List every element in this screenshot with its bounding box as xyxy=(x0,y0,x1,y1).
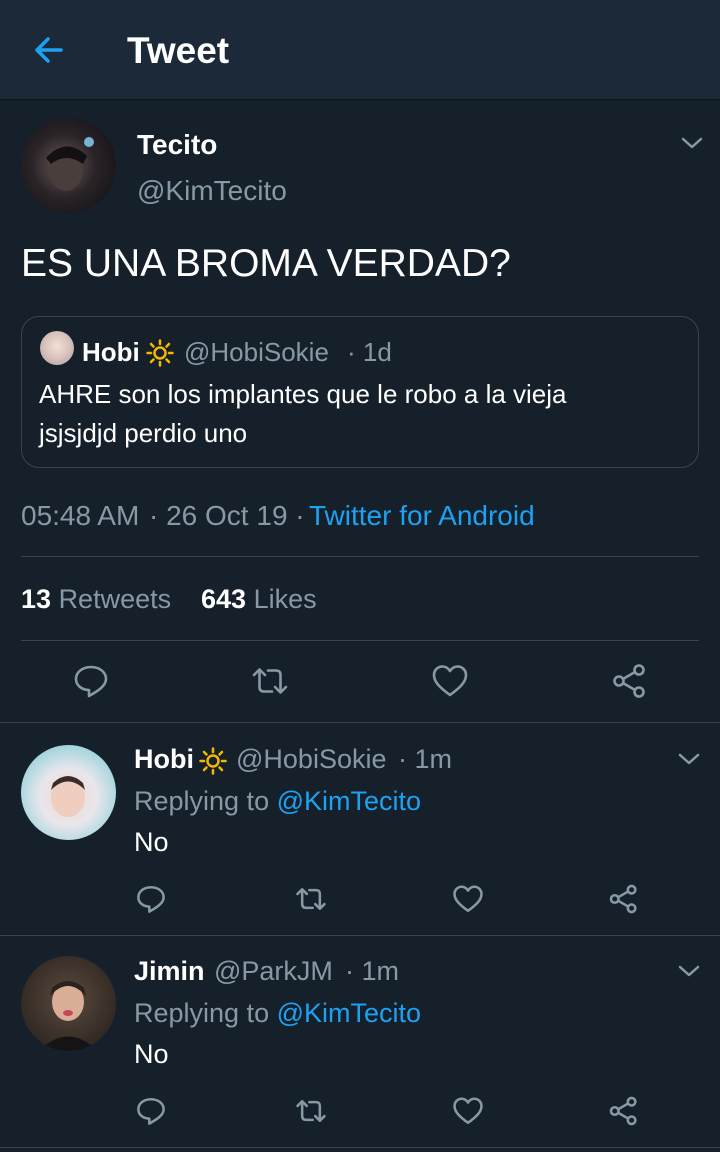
like-button[interactable] xyxy=(431,662,469,700)
replying-label: Replying to xyxy=(134,998,270,1028)
reply-author-name[interactable]: Jimin xyxy=(134,956,205,987)
retweet-button[interactable] xyxy=(294,1095,328,1127)
likes-stat[interactable]: 643 Likes xyxy=(201,584,317,615)
reply-menu-button[interactable] xyxy=(677,959,701,983)
share-icon xyxy=(609,884,637,914)
reply-text: No xyxy=(134,827,169,857)
quote-text-line-2: jsjsjdjd perdio uno xyxy=(39,418,248,448)
avatar[interactable] xyxy=(21,956,116,1051)
tweet-date: · 26 Oct 19 · xyxy=(149,500,305,531)
reply-button[interactable] xyxy=(72,662,110,700)
speech-bubble-icon xyxy=(74,665,108,698)
like-button[interactable] xyxy=(452,1095,484,1127)
quote-time: · 1d xyxy=(347,337,392,367)
tweet-source-link[interactable]: Twitter for Android xyxy=(309,500,535,532)
share-icon xyxy=(613,664,645,698)
reply-author-handle[interactable]: @HobiSokie xyxy=(236,744,386,775)
reply-button[interactable] xyxy=(135,1095,167,1127)
page-title: Tweet xyxy=(127,30,230,71)
divider xyxy=(0,1147,720,1148)
retweet-icon xyxy=(252,668,288,694)
likes-label: Likes xyxy=(253,584,317,614)
quote-author-handle: @HobiSokie xyxy=(184,337,329,367)
retweets-label: Retweets xyxy=(58,584,172,614)
retweets-count: 13 xyxy=(21,584,52,614)
replying-to-line: Replying to @KimTecito xyxy=(134,998,421,1029)
reply-text: No xyxy=(134,1039,169,1069)
avatar xyxy=(40,331,74,365)
divider xyxy=(21,556,699,557)
reply-author-handle[interactable]: @ParkJM xyxy=(214,956,333,987)
share-button[interactable] xyxy=(608,883,640,915)
speech-bubble-icon xyxy=(137,1097,165,1125)
retweet-button[interactable] xyxy=(294,883,328,915)
reply-tweet[interactable]: Jimin @ParkJM · 1m Replying to @KimTecit… xyxy=(0,936,720,1148)
share-button[interactable] xyxy=(608,1095,640,1127)
avatar[interactable] xyxy=(21,745,116,840)
back-button[interactable] xyxy=(28,30,68,70)
reply-time: · 1m xyxy=(345,956,399,986)
heart-icon xyxy=(432,665,468,697)
quote-text-line-1: AHRE son los implantes que le robo a la … xyxy=(39,379,567,409)
arrow-left-icon xyxy=(35,37,63,63)
quote-author-name: Hobi xyxy=(82,337,140,367)
chevron-down-icon xyxy=(678,965,700,977)
divider xyxy=(21,640,699,641)
sun-emoji-icon xyxy=(146,339,174,367)
author-handle[interactable]: @KimTecito xyxy=(137,175,287,207)
chevron-down-icon xyxy=(678,753,700,765)
avatar[interactable] xyxy=(21,118,116,213)
heart-icon xyxy=(453,885,483,913)
tweet-text: ES UNA BROMA VERDAD? xyxy=(21,242,511,285)
reply-menu-button[interactable] xyxy=(677,747,701,771)
share-icon xyxy=(609,1096,637,1126)
tweet-time: 05:48 AM xyxy=(21,500,140,531)
reply-author-name[interactable]: Hobi xyxy=(134,744,194,775)
like-button[interactable] xyxy=(452,883,484,915)
quoted-tweet[interactable]: Hobi @HobiSokie · 1d AHRE son los implan… xyxy=(21,316,699,468)
retweet-icon xyxy=(296,888,326,910)
likes-count: 643 xyxy=(201,584,247,614)
replying-to-link[interactable]: @KimTecito xyxy=(277,998,421,1028)
reply-time: · 1m xyxy=(398,744,452,774)
replying-to-line: Replying to @KimTecito xyxy=(134,786,421,817)
tweet-menu-button[interactable] xyxy=(680,131,704,155)
author-name[interactable]: Tecito xyxy=(137,129,217,161)
replying-to-link[interactable]: @KimTecito xyxy=(277,786,421,816)
chevron-down-icon xyxy=(681,137,703,149)
replying-label: Replying to xyxy=(134,786,270,816)
speech-bubble-icon xyxy=(137,885,165,913)
share-button[interactable] xyxy=(611,662,649,700)
retweet-icon xyxy=(296,1100,326,1122)
reply-tweet[interactable]: Hobi @HobiSokie · 1m Replying to @KimTec… xyxy=(0,723,720,935)
heart-icon xyxy=(453,1097,483,1125)
retweets-stat[interactable]: 13 Retweets xyxy=(21,584,171,615)
reply-button[interactable] xyxy=(135,883,167,915)
retweet-button[interactable] xyxy=(250,662,290,700)
top-bar: Tweet xyxy=(0,0,720,100)
sun-emoji-icon xyxy=(199,747,227,775)
